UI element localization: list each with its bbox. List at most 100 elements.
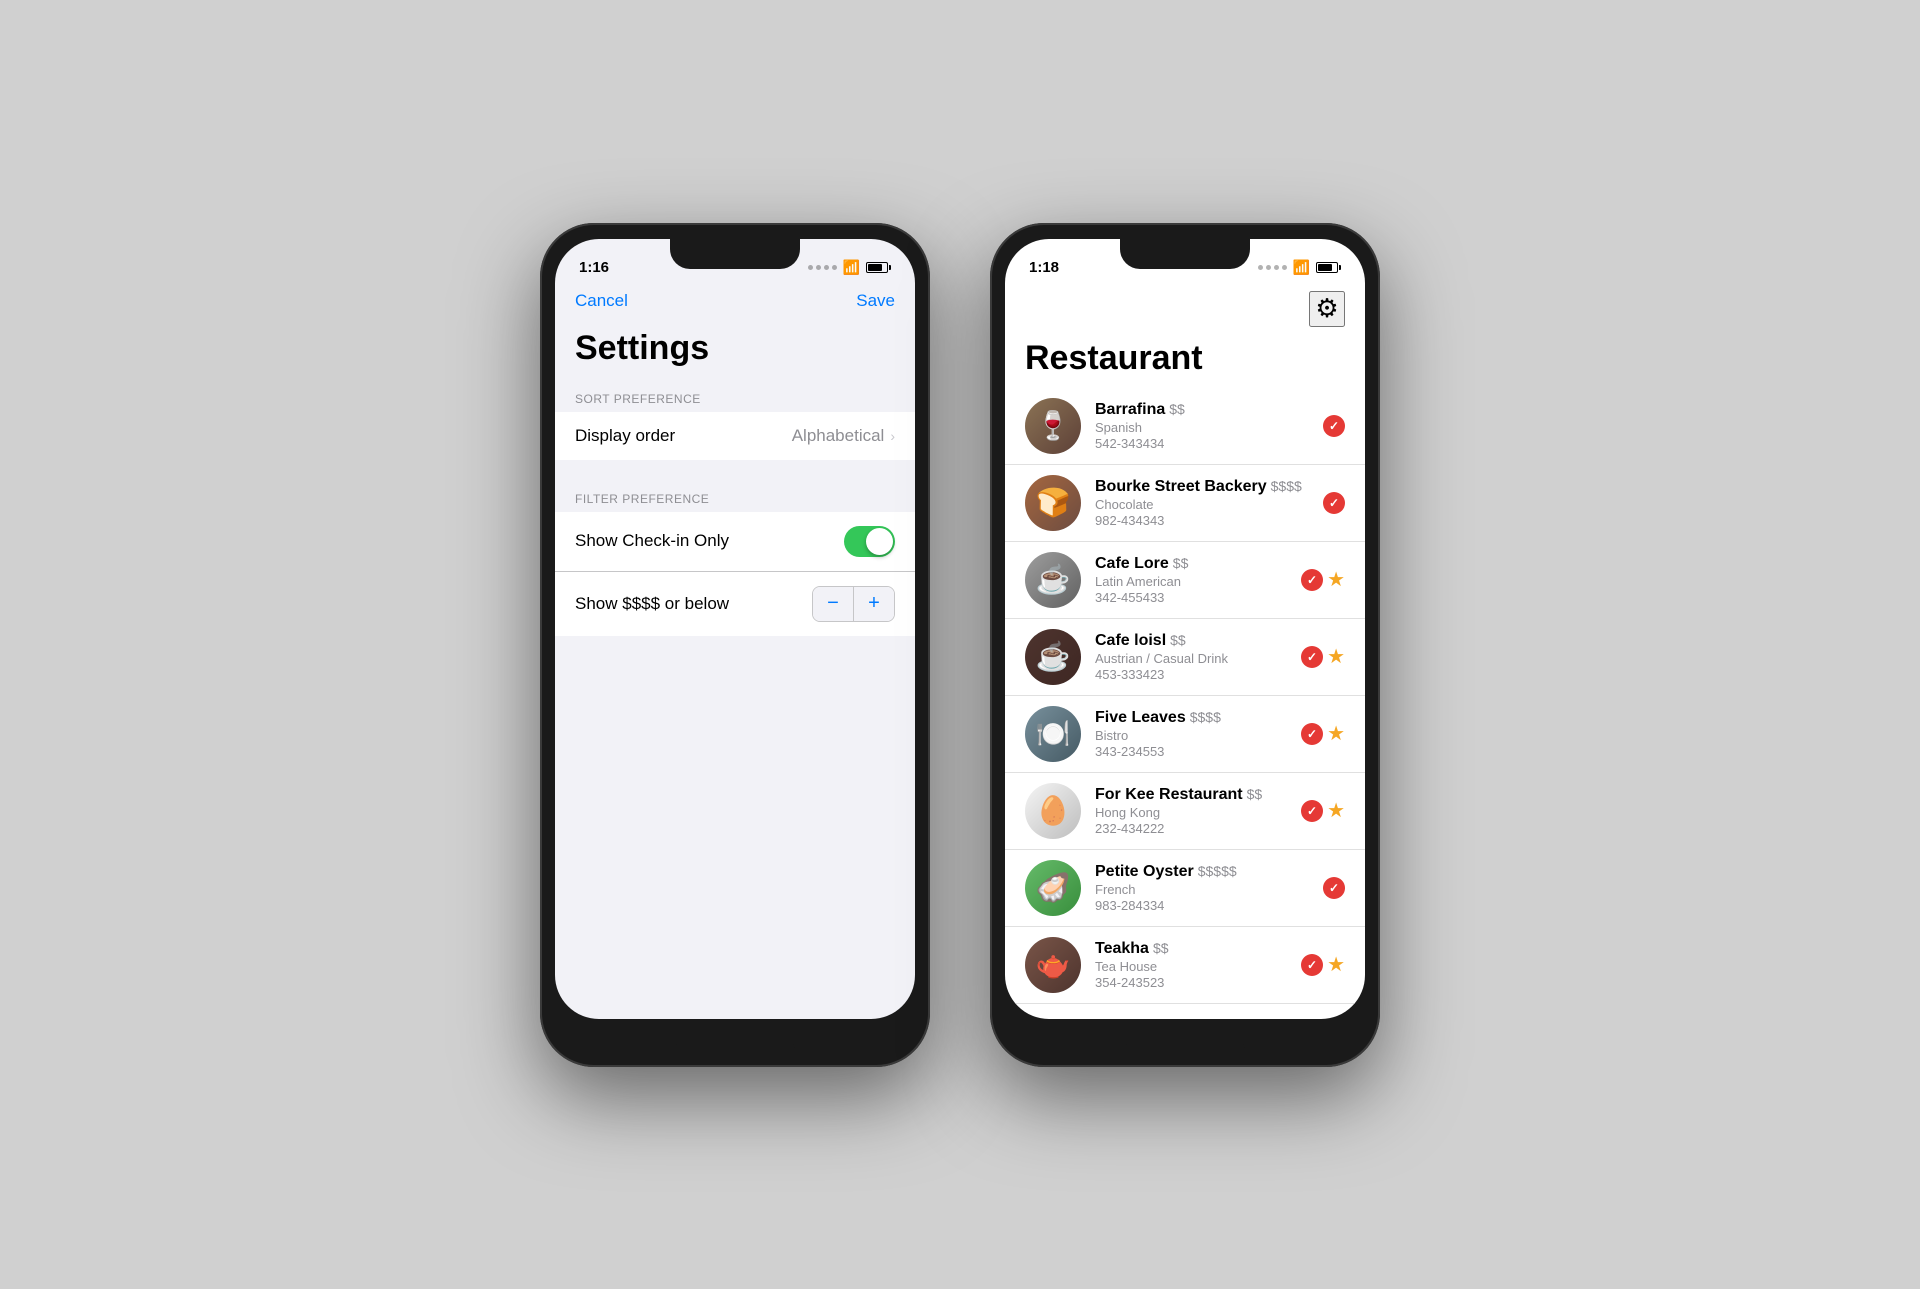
filter-settings-group: Show Check-in Only Show $$$$ or below − … <box>555 512 915 636</box>
restaurant-info: Five Leaves$$$$Bistro343-234553 <box>1095 709 1287 759</box>
restaurant-phone: 542-343434 <box>1095 436 1309 451</box>
restaurant-info: Bourke Street Backery$$$$Chocolate982-43… <box>1095 478 1309 528</box>
signal-dots-2 <box>1258 265 1287 270</box>
phone-settings: 1:16 📶 <box>540 223 930 1067</box>
check-icon[interactable]: ✓ <box>1301 723 1323 745</box>
stepper-minus-button[interactable]: − <box>813 587 853 621</box>
checkin-only-row[interactable]: Show Check-in Only <box>555 512 915 572</box>
wifi-icon: 📶 <box>843 259 860 276</box>
restaurant-avatar: 🥚 <box>1025 783 1081 839</box>
cancel-button[interactable]: Cancel <box>575 291 628 311</box>
status-icons-2: 📶 <box>1258 259 1341 276</box>
restaurant-info: Cafe loisl$$Austrian / Casual Drink453-3… <box>1095 632 1287 682</box>
restaurant-action-icons: ✓★ <box>1301 952 1345 977</box>
page-title: Settings <box>555 321 915 384</box>
price-filter-label: Show $$$$ or below <box>575 594 729 614</box>
restaurant-action-icons: ✓★ <box>1301 798 1345 823</box>
display-order-label: Display order <box>575 426 675 446</box>
restaurant-item[interactable]: ☕Cafe Lore$$Latin American342-455433✓★ <box>1005 542 1365 619</box>
restaurant-item[interactable]: ☕ Cafe loisl$$Austrian / Casual Drink453-… <box>1005 619 1365 696</box>
checkin-only-label: Show Check-in Only <box>575 531 729 551</box>
wifi-icon-2: 📶 <box>1293 259 1310 276</box>
restaurant-action-icons: ✓ <box>1323 492 1345 514</box>
restaurant-phone: 232-434222 <box>1095 821 1287 836</box>
sort-settings-group: Display order Alphabetical › <box>555 412 915 460</box>
restaurant-info: For Kee Restaurant$$Hong Kong232-434222 <box>1095 786 1287 836</box>
restaurant-info: Teakha$$ Tea House354-243523 <box>1095 940 1287 990</box>
chevron-icon: › <box>890 428 895 444</box>
restaurant-phone: 342-455433 <box>1095 590 1287 605</box>
filter-section-label: FILTER PREFERENCE <box>555 484 915 512</box>
restaurant-item[interactable]: 🍷 Barrafina$$ Spanish542-343434 ✓ <box>1005 388 1365 465</box>
restaurant-name: Barrafina <box>1095 401 1165 419</box>
star-icon[interactable]: ★ <box>1327 798 1345 823</box>
check-icon[interactable]: ✓ <box>1323 415 1345 437</box>
restaurant-cuisine: Spanish <box>1095 420 1309 435</box>
star-icon[interactable]: ★ <box>1327 567 1345 592</box>
battery-icon <box>866 262 891 273</box>
check-icon[interactable]: ✓ <box>1323 877 1345 899</box>
restaurant-cuisine: French <box>1095 882 1309 897</box>
restaurant-content: 1:18 📶 <box>1005 239 1365 1019</box>
restaurant-item[interactable]: 🫖 Teakha$$ Tea House354-243523 ✓★ <box>1005 927 1365 1004</box>
save-button[interactable]: Save <box>856 291 895 311</box>
notch <box>670 239 800 269</box>
restaurant-item[interactable]: 🥚For Kee Restaurant$$Hong Kong232-434222… <box>1005 773 1365 850</box>
toggle-knob <box>866 528 893 555</box>
check-icon[interactable]: ✓ <box>1323 492 1345 514</box>
restaurant-avatar: 🍷 <box>1025 398 1081 454</box>
check-icon[interactable]: ✓ <box>1301 569 1323 591</box>
settings-gear-button[interactable]: ⚙ <box>1309 291 1345 327</box>
restaurant-price: $$$$ <box>1190 709 1221 725</box>
restaurant-cuisine: Tea House <box>1095 959 1287 974</box>
price-filter-row[interactable]: Show $$$$ or below − + <box>555 572 915 636</box>
price-stepper[interactable]: − + <box>812 586 895 622</box>
restaurant-action-icons: ✓★ <box>1301 644 1345 669</box>
restaurant-name: Cafe Lore <box>1095 555 1169 573</box>
settings-content: 1:16 📶 <box>555 239 915 1019</box>
restaurant-info: Cafe Lore$$Latin American342-455433 <box>1095 555 1287 605</box>
restaurant-name: Five Leaves <box>1095 709 1186 727</box>
restaurant-price: $$ <box>1153 940 1169 956</box>
check-icon[interactable]: ✓ <box>1301 646 1323 668</box>
display-order-value: Alphabetical <box>792 426 885 446</box>
restaurant-avatar: 🫖 <box>1025 937 1081 993</box>
restaurant-info: Barrafina$$ Spanish542-343434 <box>1095 401 1309 451</box>
display-order-row[interactable]: Display order Alphabetical › <box>555 412 915 460</box>
stepper-plus-button[interactable]: + <box>854 587 894 621</box>
restaurant-avatar: ☕ <box>1025 629 1081 685</box>
restaurant-list: 🍷Barrafina$$Spanish542-343434✓🍞Bourke St… <box>1005 388 1365 1019</box>
restaurant-action-icons: ✓ <box>1323 877 1345 899</box>
restaurant-item[interactable]: 🦪Petite Oyster$$$$$French983-284334✓ <box>1005 850 1365 927</box>
restaurant-phone: 354-243523 <box>1095 975 1287 990</box>
restaurant-phone: 982-434343 <box>1095 513 1309 528</box>
star-icon[interactable]: ★ <box>1327 952 1345 977</box>
restaurant-cuisine: Latin American <box>1095 574 1287 589</box>
restaurant-item[interactable]: 🍞Bourke Street Backery$$$$Chocolate982-4… <box>1005 465 1365 542</box>
home-bar <box>675 1044 795 1049</box>
notch <box>1120 239 1250 269</box>
restaurant-price: $$ <box>1170 632 1186 648</box>
sort-section-label: SORT PREFERENCE <box>555 384 915 412</box>
restaurant-name: Teakha <box>1095 940 1149 958</box>
check-icon[interactable]: ✓ <box>1301 800 1323 822</box>
restaurant-screen: 1:18 📶 <box>1005 239 1365 1019</box>
restaurant-cuisine: Hong Kong <box>1095 805 1287 820</box>
checkin-toggle[interactable] <box>844 526 895 557</box>
restaurant-name: Cafe loisl <box>1095 632 1166 650</box>
settings-screen: 1:16 📶 <box>555 239 915 1019</box>
restaurant-price: $$ <box>1247 786 1263 802</box>
nav-bar: Cancel Save <box>555 287 915 321</box>
restaurant-name: Bourke Street Backery <box>1095 478 1267 496</box>
restaurant-phone: 343-234553 <box>1095 744 1287 759</box>
restaurant-action-icons: ✓★ <box>1301 721 1345 746</box>
star-icon[interactable]: ★ <box>1327 721 1345 746</box>
battery-icon-2 <box>1316 262 1341 273</box>
check-icon[interactable]: ✓ <box>1301 954 1323 976</box>
phone-restaurant: 1:18 📶 <box>990 223 1380 1067</box>
restaurant-price: $$ <box>1169 401 1185 417</box>
restaurant-item[interactable]: 🍽️Five Leaves$$$$Bistro343-234553✓★ <box>1005 696 1365 773</box>
star-icon[interactable]: ★ <box>1327 644 1345 669</box>
restaurant-phone: 453-333423 <box>1095 667 1287 682</box>
display-order-value-row: Alphabetical › <box>792 426 895 446</box>
